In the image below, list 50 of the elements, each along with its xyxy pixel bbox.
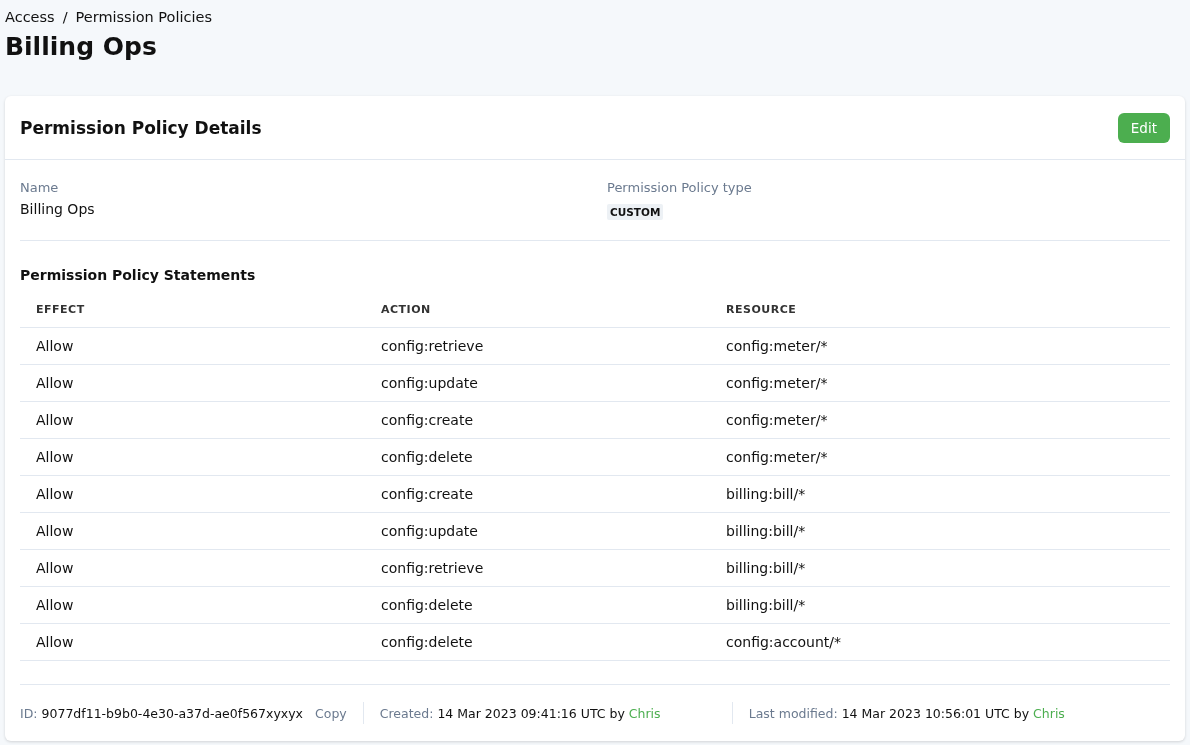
table-cell: Allow <box>20 475 365 513</box>
table-cell: config:create <box>365 401 710 439</box>
table-cell: Allow <box>20 549 365 587</box>
edit-button[interactable]: Edit <box>1117 112 1170 143</box>
table-cell: billing:bill/* <box>710 512 1170 550</box>
id-label: ID: <box>20 705 38 721</box>
table-cell: config:delete <box>365 586 710 624</box>
table-cell: config:retrieve <box>365 549 710 587</box>
table-cell: config:account/* <box>710 623 1170 661</box>
author-link[interactable]: Chris <box>1033 705 1065 721</box>
table-cell: config:update <box>365 512 710 550</box>
table-cell: config:delete <box>365 623 710 661</box>
table-cell: config:create <box>365 475 710 513</box>
table-cell: config:update <box>365 364 710 402</box>
table-cell: config:retrieve <box>365 327 710 365</box>
table-cell: config:delete <box>365 438 710 476</box>
table-cell: Allow <box>20 327 365 365</box>
table-cell: config:meter/* <box>710 401 1170 439</box>
table-cell: Allow <box>20 401 365 439</box>
id-value: 9077df11-b9b0-4e30-a37d-ae0f567xyxyx <box>41 705 303 721</box>
table-cell: billing:bill/* <box>710 549 1170 587</box>
breadcrumb-link[interactable]: Permission Policies <box>75 9 212 25</box>
author-link[interactable]: Chris <box>628 705 661 721</box>
modified-value: 14 Mar 2023 10:56:01 UTC by <box>841 705 1030 721</box>
table-cell: Allow <box>20 438 365 476</box>
field-label: Permission Policy type <box>607 180 753 195</box>
table-cell: Allow <box>20 364 365 402</box>
breadcrumb-separator: / <box>62 9 68 25</box>
table-cell: Allow <box>20 586 365 624</box>
table-cell: Allow <box>20 512 365 550</box>
table-cell: config:meter/* <box>710 327 1170 365</box>
breadcrumb-link[interactable]: Access <box>5 9 55 25</box>
card-title: Permission Policy Details <box>20 117 262 138</box>
modified-label: Last modified: <box>748 705 838 721</box>
page-title: Billing Ops <box>5 32 158 63</box>
created-label: Created: <box>379 705 434 721</box>
table-cell: billing:bill/* <box>710 475 1170 513</box>
copy-link[interactable]: Copy <box>315 705 347 721</box>
field-value: Billing Ops <box>20 201 96 217</box>
table-cell: config:meter/* <box>710 438 1170 476</box>
column-header: ACTION <box>365 299 710 328</box>
column-header: EFFECT <box>20 299 365 328</box>
section-title: Permission Policy Statements <box>20 267 257 283</box>
table-cell: billing:bill/* <box>710 586 1170 624</box>
table-cell: Allow <box>20 623 365 661</box>
field-label: Name <box>20 180 60 195</box>
column-header: RESOURCE <box>710 299 1170 328</box>
created-value: 14 Mar 2023 09:41:16 UTC by <box>437 705 625 721</box>
table-cell: config:meter/* <box>710 364 1170 402</box>
policy-type-tag: CUSTOM <box>607 204 664 220</box>
